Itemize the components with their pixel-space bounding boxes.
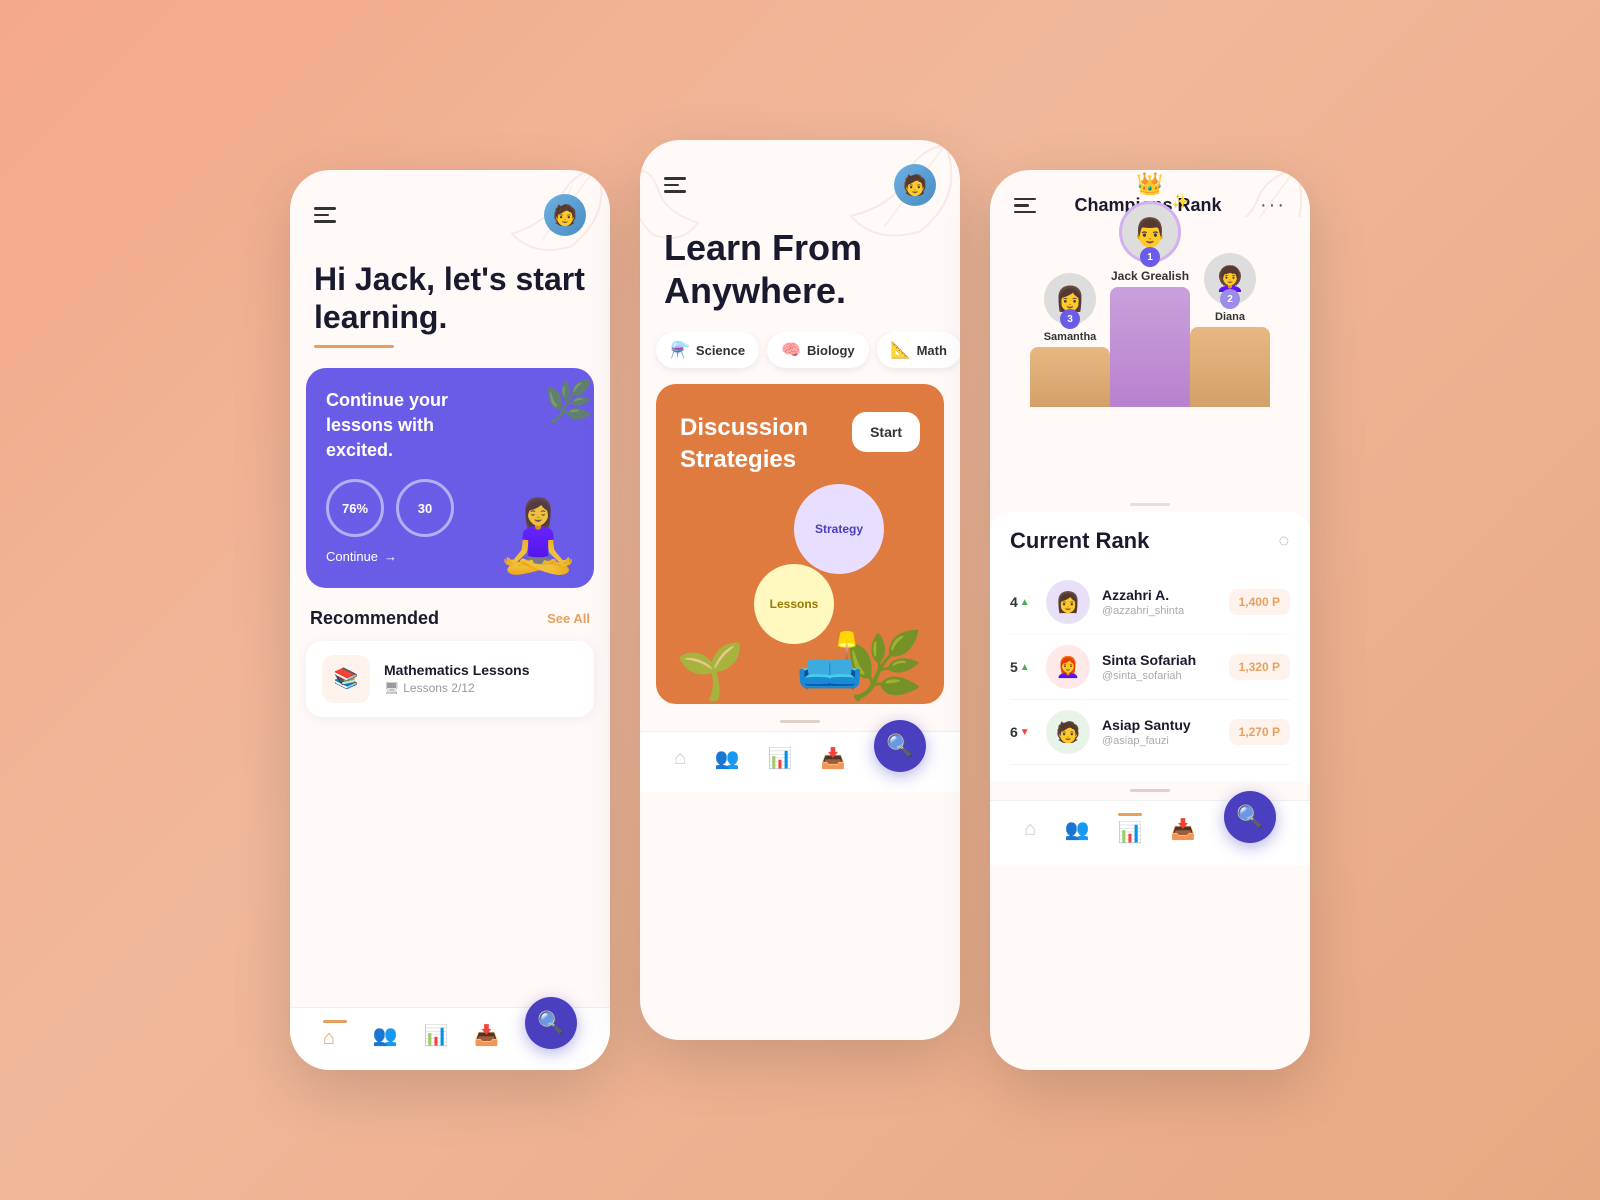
categories-row: ⚗️Science 🧠Biology 📐Math bbox=[640, 332, 960, 384]
main-title: Learn From Anywhere. bbox=[640, 206, 960, 332]
rank-number-4: 4▲ bbox=[1010, 594, 1034, 610]
rank-user-info-6: Asiap Santuy @asiap_fauzi bbox=[1102, 717, 1217, 747]
podium-3rd: 👩 3 Samantha bbox=[1030, 273, 1110, 407]
avatar[interactable]: 🧑 bbox=[544, 194, 586, 236]
nav-home[interactable]: ⌂ bbox=[323, 1020, 347, 1050]
card-illustration: 🧘‍♀️ bbox=[495, 496, 582, 578]
podium-bar-3 bbox=[1030, 347, 1110, 407]
rank-user-info-5: Sinta Sofariah @sinta_sofariah bbox=[1102, 652, 1217, 682]
avatar-2[interactable]: 🧑 bbox=[894, 164, 936, 206]
bottom-nav-3: ⌂ 👥 📊 📥 🔍 bbox=[990, 800, 1310, 865]
nav-add-user-3[interactable]: 👥 bbox=[1064, 817, 1089, 842]
rank-badge-1: 1 bbox=[1140, 247, 1160, 267]
category-science[interactable]: ⚗️Science bbox=[656, 332, 759, 368]
rank-user-name-4: Azzahri A. bbox=[1102, 587, 1217, 603]
scroll-indicator bbox=[780, 720, 820, 723]
phone-screen-1: 🧑 Hi Jack, let's start learning. Continu… bbox=[290, 170, 610, 1070]
more-options[interactable]: ··· bbox=[1260, 194, 1286, 217]
plant-icon: 🌿 bbox=[544, 378, 594, 425]
rank-number-6: 6▼ bbox=[1010, 724, 1034, 740]
card-text: Continue your lessons with excited. bbox=[326, 388, 466, 464]
podium-name-3: Samantha bbox=[1044, 331, 1097, 343]
nav-home-3[interactable]: ⌂ bbox=[1024, 818, 1036, 841]
sparkle-icon: ✨ bbox=[1172, 193, 1189, 210]
search-fab-2[interactable]: 🔍 bbox=[874, 720, 926, 772]
nav-add-user-2[interactable]: 👥 bbox=[714, 746, 739, 771]
section-divider bbox=[1130, 503, 1170, 506]
rank-avatar-4: 👩 bbox=[1046, 580, 1090, 624]
nav-leaderboard-3[interactable]: 📊 bbox=[1118, 813, 1143, 845]
rank-user-name-5: Sinta Sofariah bbox=[1102, 652, 1217, 668]
nav-leaderboard[interactable]: 📊 bbox=[424, 1023, 449, 1048]
podium-area: 👩 3 Samantha 👑 ✨ 👨 1 Jack Grealish bbox=[990, 217, 1310, 497]
nav-inbox-2[interactable]: 📥 bbox=[821, 746, 846, 771]
bottom-nav-1: ⌂ 👥 📊 📥 🔍 bbox=[290, 1007, 610, 1070]
plant-left: 🌱 bbox=[676, 639, 744, 704]
phone-screen-2: 🧑 Learn From Anywhere. ⚗️Science 🧠Biolog… bbox=[640, 140, 960, 1040]
rank-points-6: 1,270 P bbox=[1229, 719, 1290, 745]
rank-row-4: 4▲ 👩 Azzahri A. @azzahri_shinta 1,400 P bbox=[1010, 570, 1290, 635]
lesson-card[interactable]: 📚 Mathematics Lessons 🖥Lessons 2/12 bbox=[306, 641, 594, 717]
podium-name-2: Diana bbox=[1215, 311, 1245, 323]
search-fab[interactable]: 🔍 bbox=[525, 997, 577, 1049]
rank-points-4: 1,400 P bbox=[1229, 589, 1290, 615]
rank-points-5: 1,320 P bbox=[1229, 654, 1290, 680]
recommended-title: Recommended bbox=[310, 608, 439, 629]
greeting-text: Hi Jack, let's start learning. bbox=[290, 236, 610, 337]
nav-add-user[interactable]: 👥 bbox=[373, 1023, 398, 1048]
nav-home-2[interactable]: ⌂ bbox=[674, 747, 686, 770]
rank-number-5: 5▲ bbox=[1010, 659, 1034, 675]
discussion-title: Discussion Strategies bbox=[680, 412, 820, 474]
current-rank-section: Current Rank ○ 4▲ 👩 Azzahri A. @azzahri_… bbox=[990, 512, 1310, 781]
see-all-link[interactable]: See All bbox=[547, 611, 590, 626]
nav-leaderboard-2[interactable]: 📊 bbox=[768, 746, 793, 771]
recommended-header: Recommended See All bbox=[290, 608, 610, 641]
rank-user-handle-6: @asiap_fauzi bbox=[1102, 735, 1217, 747]
progress-circle: 76% bbox=[326, 479, 384, 537]
phone2-header: 🧑 bbox=[640, 140, 960, 206]
lesson-count-circle: 30 bbox=[396, 479, 454, 537]
rank-search-icon[interactable]: ○ bbox=[1278, 530, 1290, 553]
search-fab-3[interactable]: 🔍 bbox=[1224, 791, 1276, 843]
category-biology[interactable]: 🧠Biology bbox=[767, 332, 869, 368]
podium-2nd: 👩‍🦱 2 Diana bbox=[1190, 253, 1270, 407]
rank-user-handle-5: @sinta_sofariah bbox=[1102, 670, 1217, 682]
menu-icon[interactable] bbox=[314, 207, 336, 223]
bottom-nav-2: ⌂ 👥 📊 📥 🔍 bbox=[640, 731, 960, 792]
current-rank-title: Current Rank bbox=[1010, 528, 1149, 554]
rank-user-info-4: Azzahri A. @azzahri_shinta bbox=[1102, 587, 1217, 617]
lesson-icon: 📚 bbox=[322, 655, 370, 703]
rank-row-6: 6▼ 🧑 Asiap Santuy @asiap_fauzi 1,270 P bbox=[1010, 700, 1290, 765]
podium-1st: 👑 ✨ 👨 1 Jack Grealish bbox=[1110, 201, 1190, 407]
podium-bar-1 bbox=[1110, 287, 1190, 407]
nav-inbox-3[interactable]: 📥 bbox=[1171, 817, 1196, 842]
discussion-card[interactable]: Discussion Strategies Start Strategy Les… bbox=[656, 384, 944, 704]
figure-reading: 🛋️ bbox=[796, 629, 864, 694]
rank-row-5: 5▲ 👩‍🦰 Sinta Sofariah @sinta_sofariah 1,… bbox=[1010, 635, 1290, 700]
rank-badge-2: 2 bbox=[1220, 289, 1240, 309]
podium-name-1: Jack Grealish bbox=[1111, 269, 1189, 283]
nav-inbox[interactable]: 📥 bbox=[474, 1023, 499, 1048]
menu-icon-2[interactable] bbox=[664, 177, 686, 193]
continue-lesson-card[interactable]: Continue your lessons with excited. 76% … bbox=[306, 368, 594, 588]
crown-icon: 👑 bbox=[1136, 171, 1163, 197]
rank-section-header: Current Rank ○ bbox=[1010, 528, 1290, 554]
lesson-sub: 🖥Lessons 2/12 bbox=[384, 681, 530, 695]
podium-bar-2 bbox=[1190, 327, 1270, 407]
rank-user-name-6: Asiap Santuy bbox=[1102, 717, 1217, 733]
menu-icon-3[interactable] bbox=[1014, 198, 1036, 214]
lesson-title: Mathematics Lessons bbox=[384, 662, 530, 678]
rank-avatar-5: 👩‍🦰 bbox=[1046, 645, 1090, 689]
podium-container: 👩 3 Samantha 👑 ✨ 👨 1 Jack Grealish bbox=[1010, 227, 1290, 407]
strategy-bubble: Strategy bbox=[794, 484, 884, 574]
category-math[interactable]: 📐Math bbox=[877, 332, 960, 368]
rank-avatar-6: 🧑 bbox=[1046, 710, 1090, 754]
phone1-header: 🧑 bbox=[290, 170, 610, 236]
phone-screen-3: Champions Rank ··· 👩 3 Samantha 👑 ✨ 👨 1 bbox=[990, 170, 1310, 1070]
rank-user-handle-4: @azzahri_shinta bbox=[1102, 605, 1217, 617]
start-button[interactable]: Start bbox=[852, 412, 920, 452]
greeting-underline bbox=[314, 345, 394, 348]
bottom-scroll-indicator bbox=[1130, 789, 1170, 792]
rank-badge-3: 3 bbox=[1060, 309, 1080, 329]
